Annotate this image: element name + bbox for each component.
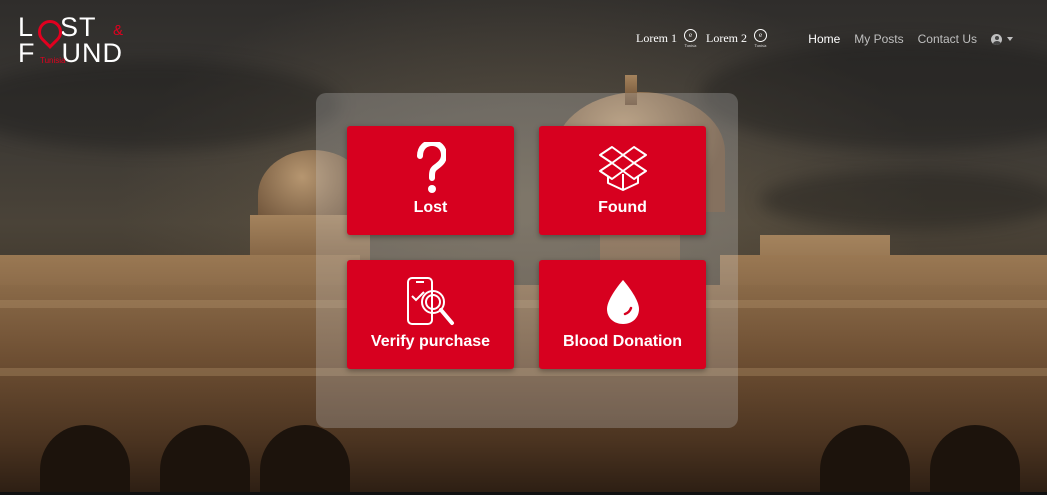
found-tile-button[interactable]: Found bbox=[539, 126, 706, 235]
blood-donation-tile-button[interactable]: Blood Donation bbox=[539, 260, 706, 369]
ticker-item: Lorem 2 e Tunisia bbox=[706, 29, 767, 48]
main-nav: Home My Posts Contact Us bbox=[794, 32, 1013, 46]
blood-drop-icon bbox=[606, 280, 639, 324]
logo-letter-f: F bbox=[18, 38, 36, 68]
found-tile-label: Found bbox=[598, 199, 647, 216]
lost-tile-button[interactable]: Lost bbox=[347, 126, 514, 235]
nav-contact-us-link[interactable]: Contact Us bbox=[918, 32, 977, 46]
question-mark-icon bbox=[416, 142, 446, 193]
caret-down-icon bbox=[1007, 37, 1013, 41]
ticker-icon-label: Tunisia bbox=[684, 43, 697, 48]
user-circle-icon bbox=[991, 33, 1002, 45]
box-icon bbox=[598, 146, 647, 191]
ticker-logo-icon: e Tunisia bbox=[754, 29, 767, 48]
logo-ampersand: & bbox=[113, 22, 124, 39]
lost-tile-label: Lost bbox=[413, 199, 448, 216]
ticker-text: Lorem 2 bbox=[706, 31, 747, 45]
verify-purchase-tile-label: Verify purchase bbox=[370, 333, 491, 350]
ticker-text: Lorem 1 bbox=[636, 31, 677, 45]
verify-purchase-tile-button[interactable]: Verify purchase bbox=[347, 260, 514, 369]
site-logo[interactable]: L ST & F UND Tunisia bbox=[18, 14, 148, 68]
logo-text-und: UND bbox=[61, 38, 123, 68]
ticker-icon-label: Tunisia bbox=[754, 43, 767, 48]
phone-search-icon bbox=[406, 277, 454, 325]
nav-home-link[interactable]: Home bbox=[808, 32, 840, 46]
ticker-item: Lorem 1 e Tunisia bbox=[636, 29, 697, 48]
ticker-logo-icon: e Tunisia bbox=[684, 29, 697, 48]
logo-subtitle: Tunisia bbox=[40, 56, 66, 65]
blood-donation-tile-label: Blood Donation bbox=[562, 333, 683, 350]
user-menu-dropdown[interactable] bbox=[991, 33, 1013, 45]
logo-line-2: F UND bbox=[18, 40, 123, 67]
nav-my-posts-link[interactable]: My Posts bbox=[854, 32, 903, 46]
news-ticker: Lorem 1 e Tunisia Lorem 2 e Tunisia L bbox=[636, 29, 774, 49]
